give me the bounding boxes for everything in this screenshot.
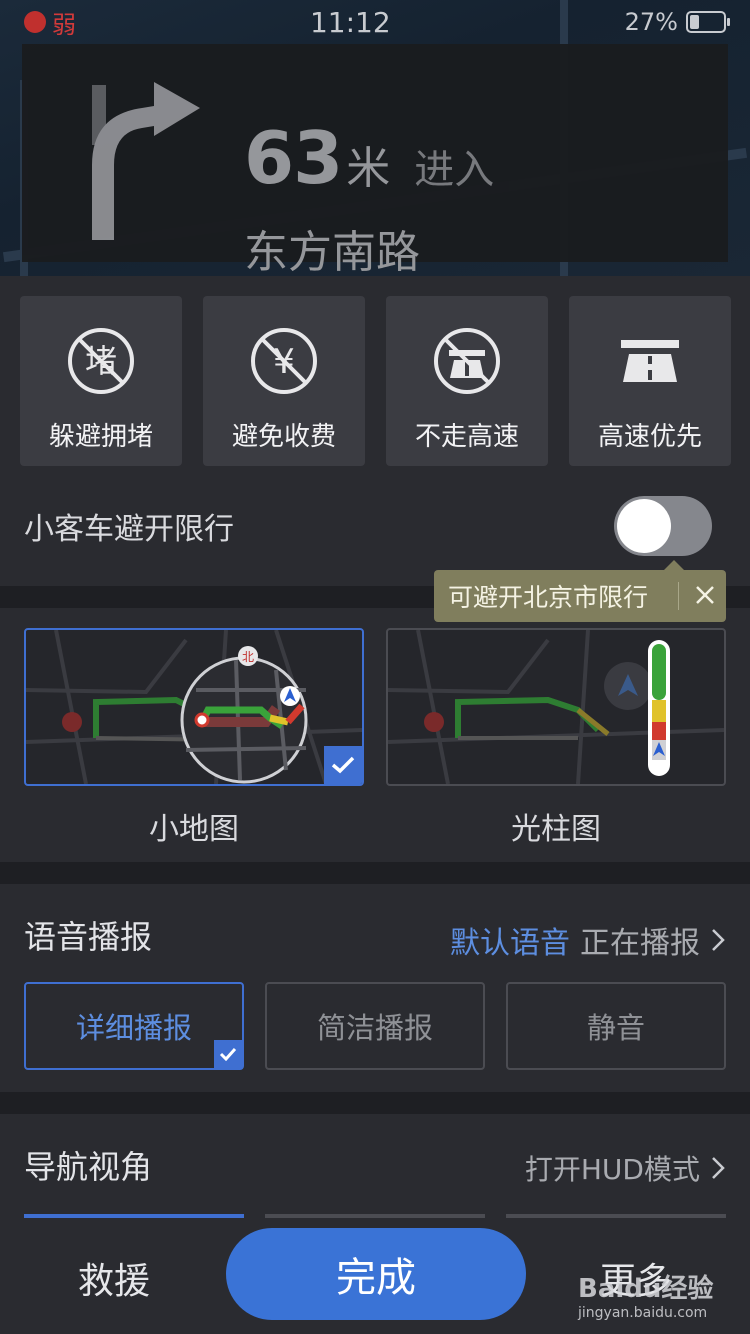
more-button[interactable]: 更多 [600,1252,672,1304]
pref-label: 高速优先 [597,422,702,452]
status-bar: 弱 11:12 27% [0,0,750,44]
tooltip-text: 可避开北京市限行 [448,583,649,612]
restriction-toggle[interactable] [614,496,712,556]
hud-mode-link[interactable]: 打开HUD模式 [525,1148,726,1188]
voice-broadcast-header: 语音播报 默认语音 正在播报 [24,910,726,962]
pref-label: 不走高速 [414,422,519,452]
section-divider [0,1092,750,1114]
light-bar-caption: 光柱图 [511,812,601,847]
voice-settings-link[interactable]: 默认语音 正在播报 [450,918,726,962]
restriction-label: 小客车避开限行 [24,512,234,547]
voice-status: 正在播报 [580,926,700,961]
chevron-right-icon [712,1157,725,1179]
mini-map-caption: 小地图 [149,812,239,847]
light-bar-thumbnail [386,628,726,786]
rescue-button[interactable]: 救援 [78,1252,150,1304]
highway-first-icon [621,340,679,382]
voice-mode-label: 静音 [586,1011,645,1045]
pref-avoid-congestion[interactable]: 堵 躲避拥堵 [20,296,182,466]
route-preference-row: 堵 躲避拥堵 ¥ 避免收费 不走高速 高速优先 [20,296,731,466]
signal-icon [24,11,46,33]
light-bar-option[interactable]: 光柱图 [386,628,726,848]
turn-right-arrow-icon [92,82,200,240]
view-option-peek [265,1214,485,1218]
pref-label: 躲避拥堵 [48,422,153,452]
voice-mode-detailed[interactable]: 详细播报 [24,982,244,1070]
voice-mode-label: 简洁播报 [316,1011,433,1045]
restriction-tooltip: 可避开北京市限行 [434,560,726,622]
no-highway-icon [434,328,500,394]
mini-map-thumbnail: 北 [24,628,364,786]
signal-text: 弱 [52,10,76,39]
turn-action: 进入 [414,147,495,193]
north-indicator: 北 [242,650,254,664]
bottom-action-bar: 救援 完成 更多 [0,1214,750,1334]
done-button[interactable]: 完成 [226,1228,526,1320]
svg-text:¥: ¥ [273,342,295,382]
pref-no-highway[interactable]: 不走高速 [386,296,548,466]
view-option-peek [506,1214,726,1218]
pref-avoid-toll[interactable]: ¥ 避免收费 [203,296,365,466]
distance-unit: 米 [346,143,391,194]
battery-indicator: 27% [624,8,730,36]
pref-label: 避免收费 [231,422,336,452]
distance-value: 63 [244,116,343,200]
nav-settings-panel: 堵 躲避拥堵 ¥ 避免收费 不走高速 高速优先 小客车避开限行 可避开北京市限行… [0,276,750,1334]
voice-mode-mute[interactable]: 静音 [506,982,726,1070]
battery-percent: 27% [624,8,678,36]
signal-indicator: 弱 [24,5,76,40]
chevron-right-icon [712,929,725,951]
battery-icon [685,11,730,33]
toggle-knob [617,499,671,553]
pref-highway-first[interactable]: 高速优先 [569,296,731,466]
close-icon[interactable] [690,580,720,610]
view-option-peek [24,1214,244,1218]
nav-view-header: 导航视角 打开HUD模式 [24,1140,726,1190]
clock: 11:12 [309,5,391,39]
next-road-name: 东方南路 [244,227,420,278]
avoid-congestion-icon: 堵 [68,328,134,394]
voice-mode-label: 详细播报 [75,1011,192,1045]
hud-mode-label: 打开HUD模式 [524,1153,700,1186]
voice-mode-row: 详细播报 简洁播报 静音 [24,982,726,1070]
tooltip-separator [678,582,679,610]
voice-mode-concise[interactable]: 简洁播报 [265,982,485,1070]
svg-text:堵: 堵 [85,342,117,380]
voice-section-title: 语音播报 [24,918,153,956]
restriction-row: 小客车避开限行 [24,496,724,556]
turn-guidance-card: 63 米 进入 东方南路 [22,44,728,278]
selected-check-icon [214,1040,242,1068]
avoid-toll-icon: ¥ [251,328,317,394]
voice-name-link[interactable]: 默认语音 [450,918,570,962]
mini-map-preview: 北 [26,630,362,784]
nav-view-title: 导航视角 [24,1148,153,1186]
selected-check-icon [324,746,362,784]
mini-map-option[interactable]: 北 小地图 [24,628,364,848]
section-divider [0,862,750,884]
light-bar-preview [388,630,724,784]
distance-line: 63 米 进入 [244,116,494,200]
